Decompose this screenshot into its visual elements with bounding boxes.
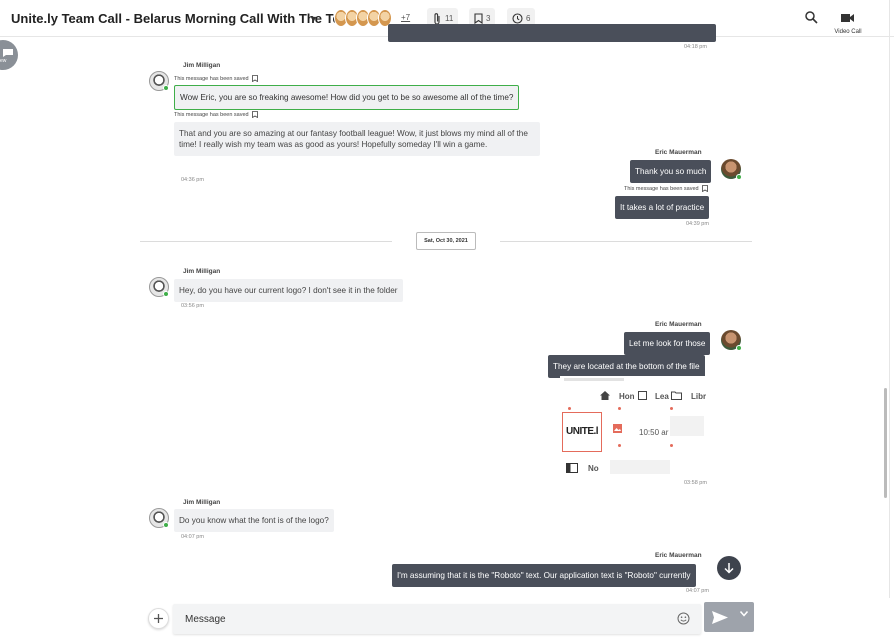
message-bubble-previous[interactable] bbox=[388, 24, 716, 42]
thumb-nav-library: Libr bbox=[691, 392, 707, 401]
message-sender: Jim Milligan bbox=[183, 268, 221, 275]
message-bubble[interactable]: That and you are so amazing at our fanta… bbox=[174, 122, 540, 156]
search-icon[interactable] bbox=[805, 11, 818, 24]
thumb-nav-learn: Lea bbox=[655, 392, 669, 401]
checkbox-icon bbox=[638, 391, 647, 400]
paperclip-icon bbox=[434, 12, 440, 25]
message-sender: Eric Mauerman bbox=[655, 149, 702, 156]
message-composer bbox=[0, 598, 894, 644]
send-button[interactable] bbox=[704, 602, 754, 632]
avatar-jim-milligan[interactable] bbox=[149, 508, 169, 528]
message-bubble[interactable]: It takes a lot of practice bbox=[615, 196, 710, 219]
message-input[interactable] bbox=[173, 604, 701, 634]
saved-text: This message has been saved bbox=[174, 75, 249, 82]
message-timestamp: 03:56 pm bbox=[181, 303, 204, 309]
message-timestamp: 04:39 pm bbox=[686, 221, 709, 227]
attachments-count: 11 bbox=[445, 14, 454, 23]
scroll-to-bottom-button[interactable] bbox=[717, 556, 741, 580]
sidebar-icon bbox=[566, 463, 578, 473]
saved-indicator: This message has been saved bbox=[174, 111, 258, 118]
thumb-dot bbox=[670, 407, 673, 410]
saved-text: This message has been saved bbox=[624, 185, 699, 192]
folder-icon bbox=[671, 391, 682, 400]
image-icon bbox=[613, 424, 622, 433]
participants-more-link[interactable]: +7 bbox=[401, 13, 410, 22]
participant-avatars[interactable] bbox=[334, 9, 392, 27]
online-status-dot bbox=[163, 85, 169, 91]
thumb-logo: UNITE.l bbox=[562, 412, 602, 452]
thumb-dot bbox=[568, 407, 571, 410]
message-sender: Jim Milligan bbox=[183, 62, 221, 69]
message-bubble[interactable]: Thank you so much bbox=[630, 160, 712, 183]
thumb-block bbox=[670, 416, 704, 436]
message-timestamp: 04:07 pm bbox=[181, 534, 204, 540]
saved-text: This message has been saved bbox=[174, 111, 249, 118]
add-attachment-button[interactable] bbox=[148, 608, 169, 629]
message-sender: Eric Mauerman bbox=[655, 321, 702, 328]
channel-title[interactable]: Unite.ly Team Call - Belarus Morning Cal… bbox=[11, 11, 359, 26]
avatar-jim-milligan[interactable] bbox=[149, 71, 169, 91]
message-list[interactable]: 04:18 pm Jim Milligan This message has b… bbox=[0, 24, 894, 598]
thumb-time: 10:50 ar bbox=[639, 428, 669, 437]
bookmark-icon bbox=[251, 111, 258, 118]
history-count: 6 bbox=[526, 14, 531, 23]
clock-icon bbox=[512, 13, 523, 24]
plus-icon bbox=[154, 614, 163, 623]
arrow-down-icon bbox=[724, 562, 734, 574]
saved-indicator: This message has been saved bbox=[624, 185, 708, 192]
date-divider-line bbox=[500, 241, 752, 242]
send-icon bbox=[712, 610, 728, 624]
thumb-dot bbox=[618, 407, 621, 410]
message-bubble[interactable]: Wow Eric, you are so freaking awesome! H… bbox=[174, 85, 520, 110]
scrollbar-thumb[interactable] bbox=[884, 388, 887, 498]
thumb-dot bbox=[618, 444, 621, 447]
online-status-dot bbox=[163, 291, 169, 297]
message-timestamp: 04:36 pm bbox=[181, 177, 204, 183]
saved-indicator: This message has been saved bbox=[174, 75, 258, 82]
send-options-chevron-down-icon[interactable] bbox=[740, 611, 748, 617]
online-status-dot bbox=[736, 174, 742, 180]
date-divider: Sat, Oct 30, 2021 bbox=[416, 232, 476, 250]
panel-edge bbox=[889, 0, 890, 644]
message-bubble[interactable]: I'm assuming that it is the "Roboto" tex… bbox=[392, 564, 696, 587]
message-bubble[interactable]: Do you know what the font is of the logo… bbox=[174, 509, 334, 532]
video-call-button[interactable]: Video Call bbox=[830, 10, 866, 35]
video-camera-icon bbox=[841, 14, 854, 22]
avatar-eric-mauerman[interactable] bbox=[721, 330, 742, 351]
date-divider-line bbox=[140, 241, 392, 242]
thumb-logo-text: UNITE.l bbox=[566, 426, 599, 437]
video-call-label: Video Call bbox=[834, 29, 862, 35]
image-attachment[interactable]: Hon Lea Libr UNITE.l 10:50 ar No bbox=[560, 376, 710, 476]
emoji-icon[interactable] bbox=[677, 612, 690, 625]
bookmark-icon bbox=[474, 13, 483, 24]
channel-menu-caret-icon[interactable]: ▼ bbox=[309, 14, 318, 24]
thumb-text-no: No bbox=[588, 464, 599, 473]
thumb-block bbox=[610, 460, 670, 474]
bookmark-icon bbox=[701, 185, 708, 192]
thumb-bar bbox=[564, 378, 624, 381]
message-timestamp: 04:18 pm bbox=[684, 44, 707, 50]
thumb-dot bbox=[670, 444, 673, 447]
bookmarks-count: 3 bbox=[486, 14, 491, 23]
message-timestamp: 04:07 pm bbox=[686, 588, 709, 594]
bookmark-icon bbox=[251, 75, 258, 82]
avatar-jim-milligan[interactable] bbox=[149, 277, 169, 297]
home-icon bbox=[600, 391, 610, 400]
online-status-dot bbox=[163, 522, 169, 528]
message-sender: Jim Milligan bbox=[183, 499, 221, 506]
message-bubble[interactable]: Hey, do you have our current logo? I don… bbox=[174, 279, 403, 302]
message-bubble[interactable]: They are located at the bottom of the fi… bbox=[548, 355, 705, 378]
message-sender: Eric Mauerman bbox=[655, 552, 702, 559]
message-bubble[interactable]: Let me look for those bbox=[624, 332, 711, 355]
thumb-nav-home: Hon bbox=[619, 392, 635, 401]
avatar-eric-mauerman[interactable] bbox=[721, 159, 742, 180]
online-status-dot bbox=[736, 345, 742, 351]
message-timestamp: 03:58 pm bbox=[684, 480, 707, 486]
